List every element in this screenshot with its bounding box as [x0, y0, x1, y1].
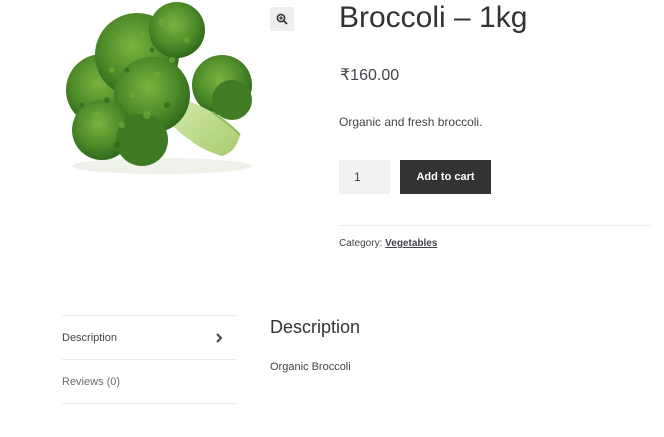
zoom-button[interactable]	[270, 7, 294, 31]
broccoli-image	[66, 2, 252, 174]
product-price: ₹160.00	[340, 67, 400, 84]
product-meta: Category: Vegetables	[339, 238, 437, 249]
add-to-cart-button[interactable]: Add to cart	[400, 160, 491, 194]
divider	[339, 225, 651, 226]
category-label: Category:	[339, 238, 383, 249]
tab-reviews[interactable]: Reviews (0)	[62, 360, 236, 404]
zoom-in-icon	[276, 13, 288, 25]
product-image[interactable]	[62, 0, 252, 175]
tab-description[interactable]: Description	[62, 316, 236, 360]
tab-description-label: Description	[62, 332, 118, 344]
tab-reviews-label: Reviews (0)	[62, 376, 121, 388]
chevron-right-icon	[216, 333, 223, 343]
tab-divider	[62, 403, 236, 404]
panel-heading: Description	[270, 317, 361, 337]
product-title: Broccoli – 1kg	[339, 1, 528, 34]
category-link[interactable]: Vegetables	[385, 238, 437, 249]
short-description: Organic and fresh broccoli.	[339, 115, 483, 129]
quantity-input[interactable]	[339, 160, 390, 194]
panel-text: Organic Broccoli	[270, 361, 351, 373]
